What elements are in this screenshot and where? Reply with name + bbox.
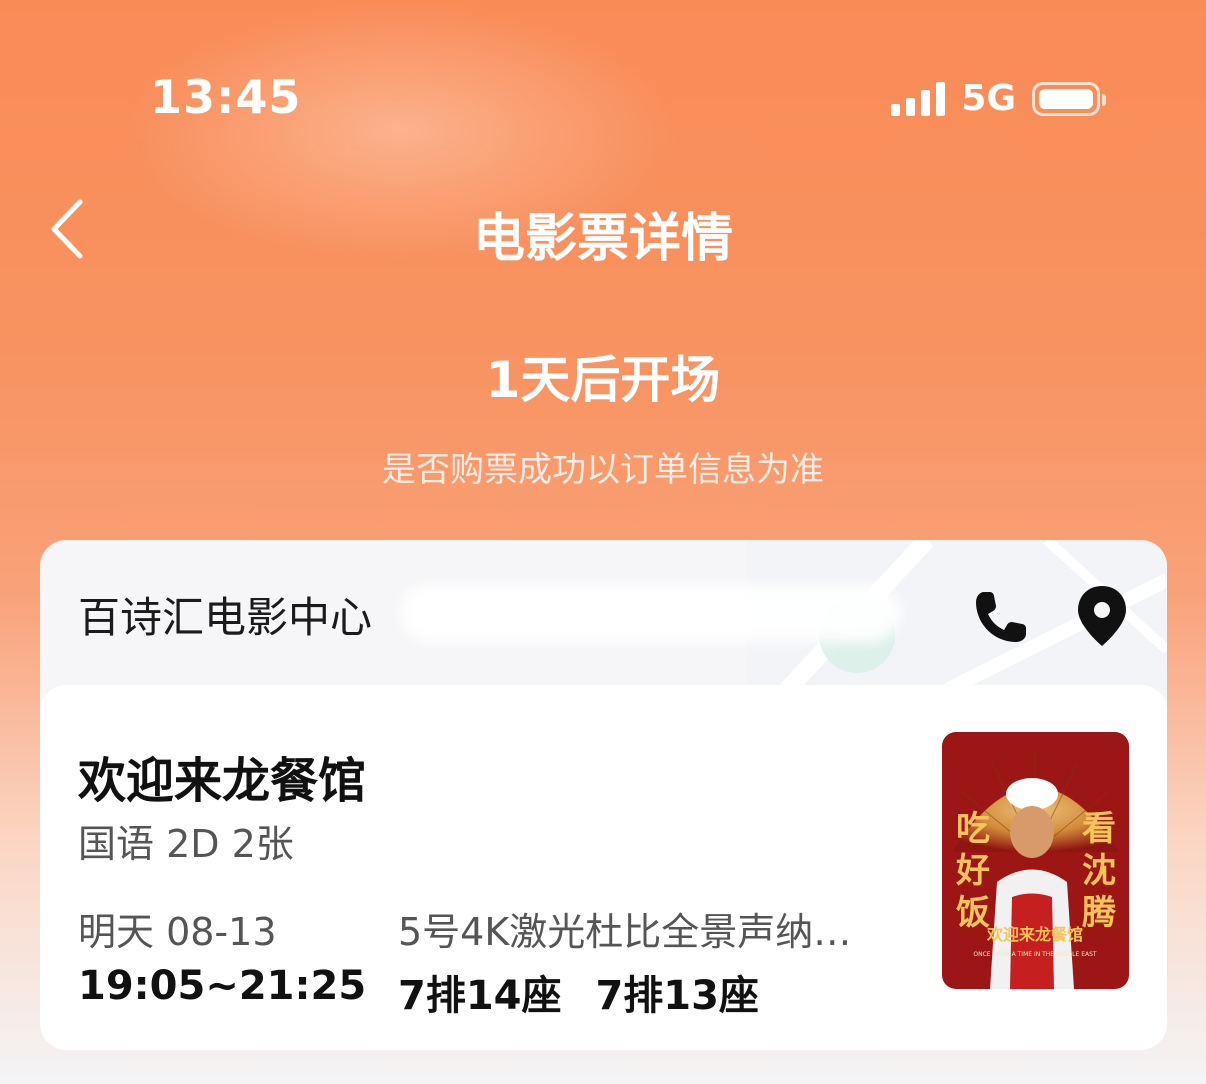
redacted-address <box>400 584 900 642</box>
cinema-name: 百诗汇电影中心 <box>78 593 373 642</box>
purchase-notice: 是否购票成功以订单信息为准 <box>382 450 824 490</box>
seat-list: 7排14座 7排13座 <box>398 963 759 1021</box>
svg-text:吃: 吃 <box>956 809 990 849</box>
movie-title: 欢迎来龙餐馆 <box>78 753 367 809</box>
call-cinema-button[interactable] <box>970 580 1030 650</box>
movie-poster[interactable]: 吃 好 饭 看 沈 腾 欢迎来龙餐馆 ONCE UPON A TIME IN T… <box>942 732 1129 989</box>
svg-text:饭: 饭 <box>956 893 990 933</box>
network-type: 5G <box>961 78 1016 119</box>
location-pin-icon <box>1078 586 1126 646</box>
show-date: 明天 08-13 <box>78 910 277 954</box>
poster-image: 吃 好 饭 看 沈 腾 欢迎来龙餐馆 ONCE UPON A TIME IN T… <box>942 732 1129 989</box>
show-time: 19:05~21:25 <box>78 963 367 1009</box>
svg-text:好: 好 <box>955 851 990 891</box>
status-time: 13:45 <box>150 70 302 124</box>
battery-icon <box>1032 81 1106 116</box>
movie-format: 国语 2D 2张 <box>78 822 294 866</box>
cinema-header: 百诗汇电影中心 <box>40 540 1167 685</box>
showtime-countdown: 1天后开场 <box>485 351 721 409</box>
phone-icon <box>976 592 1026 642</box>
status-indicators: 5G <box>891 78 1106 119</box>
ticket-card: 百诗汇电影中心 欢迎来龙餐馆 国语 2D 2张 明天 08-13 19:05~2… <box>40 540 1167 1050</box>
page-title: 电影票详情 <box>472 209 733 269</box>
svg-text:看: 看 <box>1082 809 1116 849</box>
svg-text:沈: 沈 <box>1082 851 1116 891</box>
signal-icon <box>891 81 946 116</box>
ticket-details[interactable]: 欢迎来龙餐馆 国语 2D 2张 明天 08-13 19:05~21:25 5号4… <box>40 685 1167 1050</box>
seat-item: 7排13座 <box>595 973 759 1019</box>
svg-text:欢迎来龙餐馆: 欢迎来龙餐馆 <box>986 925 1083 944</box>
svg-text:ONCE UPON A TIME IN THE MIDDLE: ONCE UPON A TIME IN THE MIDDLE EAST <box>973 951 1097 958</box>
navigate-cinema-button[interactable] <box>1072 580 1132 650</box>
hall-name: 5号4K激光杜比全景声纳… <box>398 910 852 954</box>
seat-item: 7排14座 <box>398 973 562 1019</box>
svg-text:腾: 腾 <box>1082 893 1117 933</box>
